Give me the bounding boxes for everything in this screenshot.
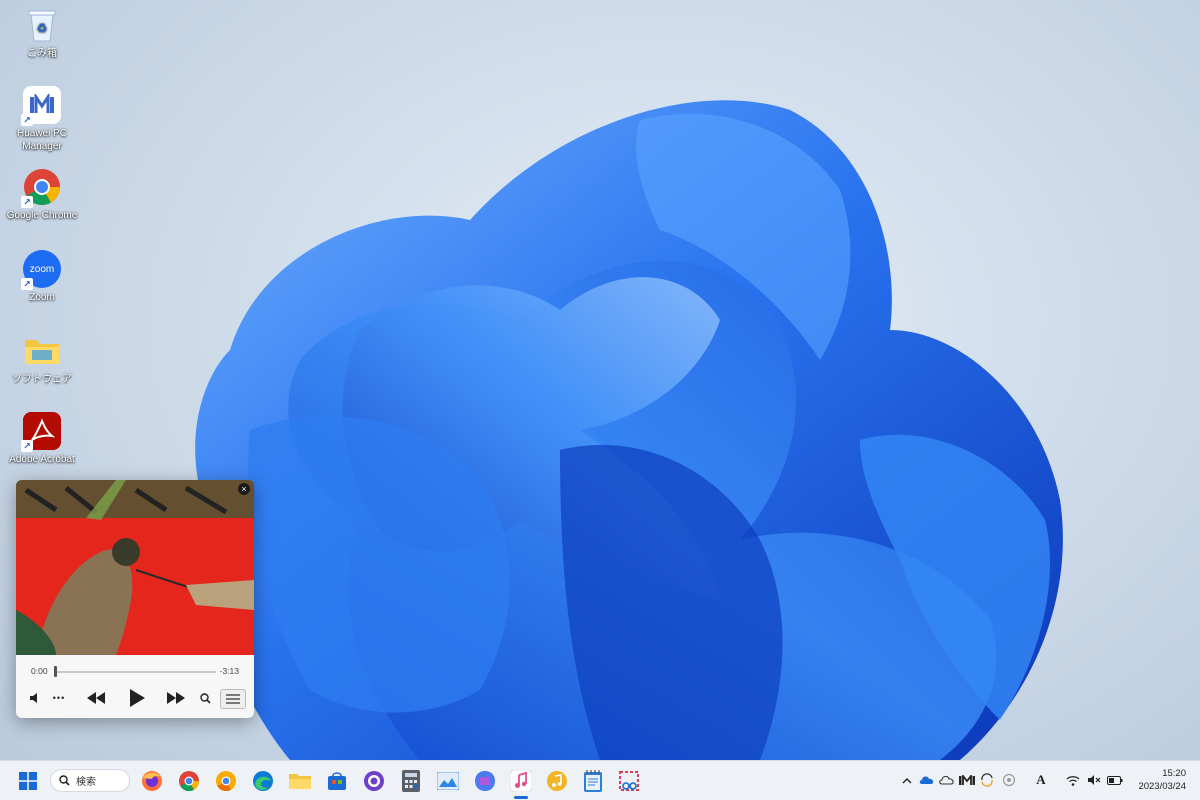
desktop-icon-software-folder[interactable]: ソフトウェア [4,332,80,386]
taskbar: 検索 A 15:20 2023/03/24 [0,760,1200,800]
search-icon [59,775,70,786]
time-remaining: -3:13 [219,666,239,676]
start-icon[interactable] [15,768,41,794]
desktop-icon-recycle-bin[interactable]: ♻ ごみ箱 [4,6,80,60]
itunes-icon[interactable] [508,768,534,794]
close-icon[interactable]: × [238,483,250,495]
zoom-icon: zoom ↗ [21,250,61,290]
chrome-icon: ↗ [21,168,61,208]
desktop-icon-label: Huawei PC Manager [16,128,68,152]
photos-icon[interactable] [435,768,461,794]
desktop-icon-huawei-pc-manager[interactable]: ↗ Huawei PC Manager [4,86,80,153]
clock-time: 15:20 [1162,768,1186,779]
store-icon[interactable] [324,768,350,794]
desktop-icon-zoom[interactable]: zoom ↗ Zoom [4,250,80,304]
play-icon[interactable] [124,686,150,710]
file-explorer-icon[interactable] [287,768,313,794]
huawei-pc-manager-icon: ↗ [21,86,61,126]
more-icon[interactable]: ••• [48,686,70,710]
svg-text:♻: ♻ [37,21,48,35]
cloud-icon[interactable] [938,771,956,789]
desktop-icon-google-chrome[interactable]: ↗ Google Chrome [4,168,80,222]
font-a-icon[interactable]: A [1032,771,1050,789]
fast-forward-icon[interactable] [164,686,188,710]
volume-icon[interactable] [26,686,44,710]
desktop-icon-label: ソフトウェア [12,374,72,385]
desktop-icon-adobe-acrobat[interactable]: ↗ Adobe Acrobat [4,412,80,466]
queue-list-icon[interactable] [220,689,246,709]
clock-date: 2023/03/24 [1138,781,1186,792]
taskbar-search[interactable]: 検索 [50,769,130,792]
recycle-bin-icon: ♻ [23,6,61,44]
battery-icon[interactable] [1106,771,1124,789]
progress-track[interactable] [54,671,216,673]
onedrive-icon[interactable] [918,771,936,789]
folder-icon [23,332,61,370]
snipping-tool-icon[interactable] [616,768,642,794]
calculator-icon[interactable] [398,768,424,794]
desktop-icon-label: Adobe Acrobat [9,454,75,465]
firefox-icon[interactable] [139,768,165,794]
search-label: 検索 [76,777,96,788]
copilot-tray-icon[interactable] [1000,771,1018,789]
edge-icon[interactable] [250,768,276,794]
chrome-canary-icon[interactable] [213,768,239,794]
huawei-tray-icon[interactable] [958,771,976,789]
notepad-icon[interactable] [580,768,606,794]
chrome-icon[interactable] [176,768,202,794]
rewind-icon[interactable] [84,686,108,710]
search-icon[interactable] [196,686,214,710]
sync-icon[interactable] [978,771,996,789]
mute-icon[interactable] [1085,771,1103,789]
album-artwork [16,480,254,655]
wifi-icon[interactable] [1064,771,1082,789]
copilot-icon[interactable] [472,768,498,794]
taskbar-clock[interactable]: 15:20 2023/03/24 [1138,767,1186,793]
zoom-badge-text: zoom [29,263,55,275]
desktop-icon-label: Google Chrome [6,210,78,221]
acrobat-icon: ↗ [21,412,61,452]
time-elapsed: 0:00 [31,666,48,676]
github-desktop-icon[interactable] [361,768,387,794]
chevron-up-icon[interactable] [898,771,916,789]
progress-thumb[interactable] [54,666,57,677]
desktop-icon-label: Zoom [29,292,55,303]
desktop-icon-label: ごみ箱 [27,48,57,59]
music-app-icon[interactable] [544,768,570,794]
mini-player-window[interactable]: × 0:00 -3:13 ••• [16,480,254,718]
